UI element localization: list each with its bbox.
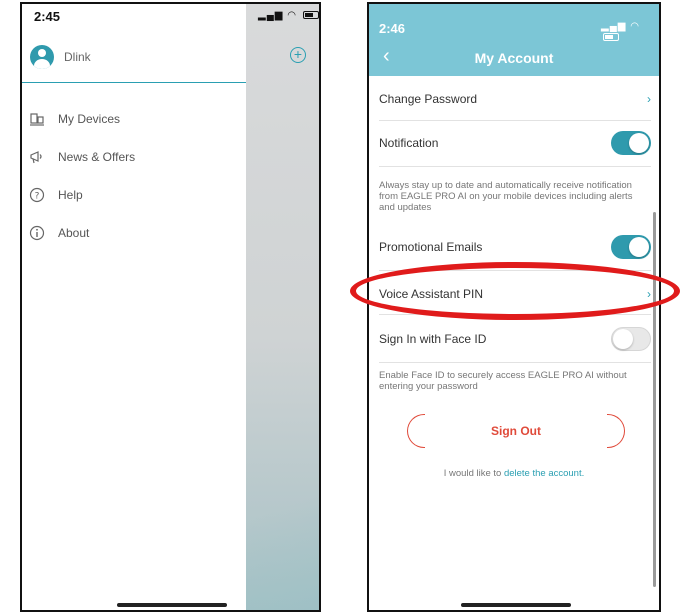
delete-account-link[interactable]: delete the account. xyxy=(504,468,584,479)
notification-label: Notification xyxy=(379,136,439,150)
avatar-icon xyxy=(30,45,54,69)
change-password-row[interactable]: Change Password › xyxy=(379,88,651,110)
status-icons: ▂▄▆ ◠ xyxy=(258,10,319,21)
wifi-icon: ◠ xyxy=(287,10,297,21)
status-time: 2:45 xyxy=(34,9,61,24)
left-phone-screen: + 2:45 Dlink My Devices News & Offers ? … xyxy=(20,2,321,612)
home-indicator[interactable] xyxy=(461,603,571,607)
menu-label: About xyxy=(58,226,90,240)
menu-label: My Devices xyxy=(58,112,121,126)
delete-account-prefix: I would like to xyxy=(443,468,504,479)
face-id-toggle[interactable] xyxy=(611,327,651,351)
scrollbar[interactable] xyxy=(653,212,656,587)
toggle-knob xyxy=(629,133,649,153)
highlight-ellipse xyxy=(350,262,680,320)
menu-item-my-devices[interactable]: My Devices xyxy=(28,100,135,138)
status-icons: ▂▄▆ ◠ xyxy=(601,21,659,43)
promotional-emails-toggle[interactable] xyxy=(611,235,651,259)
side-drawer: 2:45 Dlink My Devices News & Offers ? He… xyxy=(22,4,246,610)
change-password-label: Change Password xyxy=(379,92,478,106)
menu-label: Help xyxy=(58,188,83,202)
notification-row: Notification xyxy=(379,130,651,156)
sign-out-label: Sign Out xyxy=(491,424,541,438)
divider xyxy=(379,166,651,167)
signal-icon: ▂▄▆ xyxy=(601,21,627,32)
home-indicator[interactable] xyxy=(117,603,227,607)
face-id-description: Enable Face ID to securely access EAGLE … xyxy=(379,370,627,392)
add-device-icon[interactable]: + xyxy=(290,47,306,63)
chevron-right-icon: › xyxy=(647,92,651,106)
status-bar: 2:45 xyxy=(22,4,246,28)
menu-item-about[interactable]: About xyxy=(28,214,135,252)
face-id-label: Sign In with Face ID xyxy=(379,332,487,346)
status-time: 2:46 xyxy=(379,21,406,36)
battery-icon xyxy=(302,11,319,20)
help-icon: ? xyxy=(28,186,46,204)
notification-description: Always stay up to date and automatically… xyxy=(379,180,633,213)
divider xyxy=(379,120,651,121)
drawer-menu: My Devices News & Offers ? Help About xyxy=(28,100,135,252)
header-bar: 2:46 ▂▄▆ ◠ ‹ My Account xyxy=(369,4,659,76)
wifi-icon: ◠ xyxy=(630,21,640,32)
divider xyxy=(379,362,651,363)
promotional-emails-label: Promotional Emails xyxy=(379,240,483,254)
dimmed-background[interactable] xyxy=(246,4,319,610)
menu-label: News & Offers xyxy=(58,150,136,164)
toggle-knob xyxy=(613,329,633,349)
svg-text:?: ? xyxy=(35,192,40,202)
button-bracket xyxy=(407,414,425,448)
megaphone-icon xyxy=(28,148,46,166)
button-bracket xyxy=(607,414,625,448)
notification-toggle[interactable] xyxy=(611,131,651,155)
menu-item-help[interactable]: ? Help xyxy=(28,176,135,214)
profile-name: Dlink xyxy=(64,50,91,64)
battery-icon xyxy=(603,33,619,42)
page-title: My Account xyxy=(474,50,554,66)
toggle-knob xyxy=(629,237,649,257)
delete-account-text: I would like to delete the account. xyxy=(369,468,659,479)
sign-out-button[interactable]: Sign Out xyxy=(407,414,625,448)
devices-icon xyxy=(28,110,46,128)
signal-icon: ▂▄▆ xyxy=(258,10,284,21)
face-id-row: Sign In with Face ID xyxy=(379,326,651,352)
info-icon xyxy=(28,224,46,242)
drawer-divider xyxy=(22,82,246,83)
profile-row[interactable]: Dlink xyxy=(30,44,91,70)
promotional-emails-row: Promotional Emails xyxy=(379,234,651,260)
menu-item-news-offers[interactable]: News & Offers xyxy=(28,138,135,176)
